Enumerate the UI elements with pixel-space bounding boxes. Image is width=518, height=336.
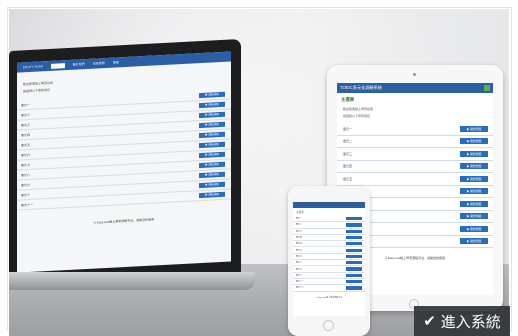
tablet-unit-row-label: 單元三: [343, 151, 353, 156]
phone-unit-row-label: 單元八: [296, 262, 303, 265]
tablet-unit-start-button: ▶ 開始測驗: [460, 138, 488, 145]
laptop-unit-row-label: 單元三: [21, 122, 31, 127]
tablet-unit-row-label: 單元五: [343, 176, 353, 181]
phone-unit-start-button: [346, 286, 362, 290]
phone-unit-row-label: 單元十二: [296, 287, 305, 290]
phone-home-button: [323, 320, 334, 331]
tablet-unit-start-button: ▶ 開始測驗: [460, 188, 488, 195]
laptop-base: [9, 272, 255, 290]
laptop-footer: © Easy test線上學習測驗平台，感謝您的使用: [93, 217, 155, 225]
tablet-unit-start-button: ▶ 開始測驗: [460, 238, 488, 245]
laptop-unit-start-button: ▶ 開始測驗: [199, 121, 225, 129]
phone-unit-row-label: 單元三: [296, 230, 303, 233]
tablet-unit-start-button: ▶ 開始測驗: [460, 200, 488, 207]
tablet-intro-line: 歡迎使用線上學習系統: [343, 107, 374, 111]
laptop-nav-item: 關於我們: [72, 62, 85, 67]
phone-unit-start-button: [346, 223, 362, 227]
phone-unit-start-button: [346, 235, 362, 240]
laptop-unit-start-button: ▶ 開始測驗: [199, 151, 225, 159]
phone-unit-row-label: 單元十: [296, 274, 303, 277]
tablet-menu-icon: [484, 85, 490, 91]
laptop-nav-item: 客服: [112, 60, 119, 65]
phone-unit-row-label: 單元二: [296, 224, 303, 227]
tablet-intro: 歡迎使用線上學習系統 請選擇以下學習項目: [337, 105, 493, 123]
phone-unit-start-button: [346, 229, 362, 233]
tablet-camera: [413, 73, 416, 76]
tablet-unit-start-button: ▶ 開始測驗: [460, 175, 488, 182]
tablet-unit-start-button: ▶ 開始測驗: [460, 150, 488, 157]
laptop-nav-brand: ENTITY SCAN: [23, 64, 43, 70]
phone-subtitle: 主選單: [296, 211, 304, 214]
laptop-unit-start-button: ▶ 開始測驗: [199, 101, 225, 109]
laptop-search-box: [50, 62, 65, 69]
phone-unit-row-label: 單元四: [296, 237, 303, 240]
laptop-unit-start-button: ▶ 開始測驗: [199, 111, 225, 119]
tablet-unit-row: 單元三 ▶ 開始測驗: [337, 148, 493, 161]
phone-unit-start-button: [346, 261, 362, 265]
laptop-unit-start-button: ▶ 開始測驗: [199, 191, 225, 199]
tablet-unit-start-button: ▶ 開始測驗: [460, 163, 488, 170]
laptop-unit-start-button: ▶ 開始測驗: [199, 131, 225, 139]
tablet-unit-start-button: ▶ 開始測驗: [460, 213, 488, 220]
laptop-unit-row-label: 單元九: [21, 182, 31, 187]
phone-unit-start-button: [346, 273, 362, 277]
laptop-unit-row-label: 單元十一: [21, 202, 34, 207]
phone-unit-start-button: [346, 217, 362, 221]
phone-unit-row-label: 單元五: [296, 243, 303, 246]
tablet-subtitle: 主選單: [341, 97, 355, 102]
laptop-nav-item: 常見問題: [92, 61, 105, 66]
phone-footer: © Easy test線上學習測驗平台: [315, 296, 343, 299]
tablet-unit-row: 單元四 ▶ 開始測驗: [337, 161, 493, 173]
phone-unit-row-label: 單元七: [296, 255, 303, 258]
laptop-unit-row-label: 單元五: [21, 142, 31, 147]
phone-unit-row-label: 單元一: [296, 218, 303, 221]
laptop-unit-start-button: ▶ 開始測驗: [199, 181, 225, 189]
phone-unit-list: 單元一單元二單元三單元四單元五單元六單元七單元八單元九單元十單元十一單元十二: [293, 216, 365, 292]
laptop-unit-row-label: 單元十: [21, 192, 31, 197]
phone: 主選單 單元一 單元二 單元三 單元四 單元五 單元六 單元七 單元八 單元九 單元十 單元十一 單元…: [288, 186, 370, 336]
laptop-unit-row-label: 單元二: [21, 112, 31, 117]
laptop-screen: ENTITY SCAN 關於我們 常見問題 客服 歡迎使用線上學習系統 請選擇以…: [17, 51, 231, 273]
phone-unit-start-button: [346, 254, 362, 259]
laptop-unit-row-label: 單元六: [21, 152, 31, 157]
phone-screen: 主選單 單元一 單元二 單元三 單元四 單元五 單元六 單元七 單元八 單元九 單元十 單元十一 單元…: [293, 202, 365, 316]
laptop-unit-row-label: 單元四: [21, 132, 31, 137]
tablet-unit-row: 單元五 ▶ 開始測驗: [337, 173, 493, 186]
tablet-unit-row: 單元二 ▶ 開始測驗: [337, 136, 493, 148]
laptop-unit-start-button: ▶ 開始測驗: [199, 91, 225, 99]
phone-unit-row-label: 單元六: [296, 249, 303, 252]
tablet-unit-row-label: 單元四: [343, 164, 353, 169]
laptop-unit-start-button: ▶ 開始測驗: [199, 141, 225, 149]
enter-system-button[interactable]: ✔ 進入系統: [414, 306, 510, 336]
laptop-unit-start-button: ▶ 開始測驗: [199, 161, 225, 169]
phone-unit-row-label: 單元九: [296, 268, 303, 271]
check-icon: ✔: [423, 312, 436, 330]
phone-unit-row: 單元十二: [293, 285, 365, 292]
laptop-unit-start-button: ▶ 開始測驗: [199, 171, 225, 179]
tablet-intro-line: 請選擇以下學習項目: [343, 114, 371, 118]
tablet-unit-row-label: 單元一: [343, 126, 353, 131]
tablet-unit-row-label: 單元二: [343, 139, 353, 144]
tablet-unit-row: 單元一 ▶ 開始測驗: [337, 123, 493, 136]
tablet-header: TOEIC多元化測驗系統: [337, 83, 493, 93]
phone-unit-start-button: [346, 242, 362, 246]
tablet-unit-start-button: ▶ 開始測驗: [460, 225, 488, 232]
phone-unit-row-label: 單元十一: [296, 281, 305, 284]
laptop-unit-row-label: 單元八: [21, 172, 31, 177]
enter-system-label: 進入系統: [440, 312, 501, 331]
laptop-unit-row-label: 單元一: [21, 102, 31, 107]
laptop-unit-row-label: 單元七: [21, 162, 31, 167]
tablet-title: TOEIC多元化測驗系統: [340, 85, 383, 90]
hero-photo: ENTITY SCAN 關於我們 常見問題 客服 歡迎使用線上學習系統 請選擇以…: [9, 9, 509, 336]
phone-unit-start-button: [346, 280, 362, 284]
laptop-unit-list: 單元一 ▶ 開始測驗 單元二 ▶ 開始測驗 單元三 ▶ 開始測驗 單元四 ▶ 開始測驗 單元五 ▶…: [17, 87, 231, 211]
phone-unit-start-button: [346, 248, 362, 252]
laptop: ENTITY SCAN 關於我們 常見問題 客服 歡迎使用線上學習系統 請選擇以…: [9, 38, 241, 286]
phone-unit-start-button: [346, 267, 362, 271]
tablet-unit-start-button: ▶ 開始測驗: [460, 125, 488, 132]
